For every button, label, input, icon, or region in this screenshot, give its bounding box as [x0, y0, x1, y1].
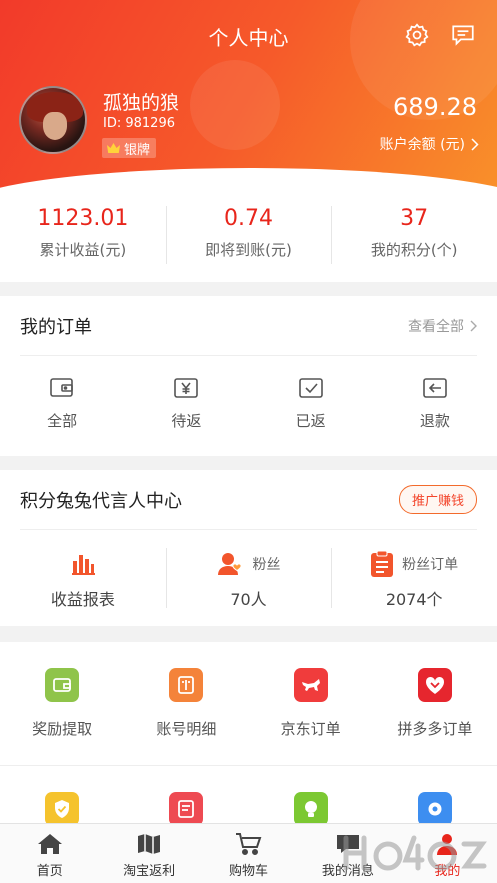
- tools-row-2: [0, 766, 497, 826]
- view-all-label: 查看全部: [408, 318, 464, 335]
- shield-check-icon: [45, 792, 80, 826]
- pdd-icon: [417, 668, 452, 702]
- orders-title: 我的订单: [20, 316, 92, 338]
- stat-label: 即将到账(元): [205, 241, 292, 259]
- stat-value: 0.74: [224, 206, 273, 231]
- tool-receipt[interactable]: [124, 766, 248, 826]
- jd-orders[interactable]: 京东订单: [249, 642, 373, 765]
- agent-center-card: 积分兔兔代言人中心 推广赚钱 收益报表 粉丝 70人 粉丝订单 2074个: [0, 470, 497, 626]
- order-refund-label: 退款: [419, 412, 450, 430]
- order-refund[interactable]: 退款: [373, 372, 497, 431]
- tool-settings[interactable]: [373, 766, 497, 826]
- cart-icon: [235, 833, 261, 855]
- order-pending-label: 待返: [171, 412, 202, 430]
- order-all-label: 全部: [47, 412, 78, 430]
- tab-cart-label: 购物车: [229, 864, 269, 879]
- clipboard-icon: [371, 550, 394, 577]
- tool-shield[interactable]: [0, 766, 124, 826]
- fans-label: 粉丝: [252, 557, 281, 573]
- tools-card: 奖励提取 账号明细 京东订单 拼多多订单: [0, 642, 497, 826]
- promote-earn-button[interactable]: 推广赚钱: [398, 485, 477, 514]
- settings-gear-icon[interactable]: [404, 22, 430, 48]
- stat-label: 我的积分(个): [370, 241, 458, 259]
- order-returned-label: 已返: [295, 412, 326, 430]
- agent-stats-row: 收益报表 粉丝 70人 粉丝订单 2074个: [0, 530, 497, 626]
- lightbulb-icon: [293, 792, 328, 826]
- fan-orders-top: 粉丝订单: [331, 550, 497, 578]
- account-details-icon: [169, 668, 204, 702]
- fan-orders-label: 粉丝订单: [402, 557, 459, 573]
- stat-label: 累计收益(元): [39, 241, 127, 259]
- stats-bar: 1123.01 累计收益(元) 0.74 即将到账(元) 37 我的积分(个): [0, 190, 497, 282]
- badge-label: 银牌: [124, 142, 151, 158]
- bar-chart-icon: [71, 555, 95, 575]
- message-icon[interactable]: [450, 22, 476, 48]
- agent-card-header: 积分兔兔代言人中心 推广赚钱: [20, 470, 477, 530]
- username: 孤独的狼: [103, 92, 180, 114]
- stat-points[interactable]: 37 我的积分(个): [331, 190, 497, 282]
- view-all-orders-link[interactable]: 查看全部: [408, 316, 477, 336]
- fans-icon: [217, 553, 242, 575]
- account-details-label: 账号明细: [156, 720, 217, 738]
- tools-row-1: 奖励提取 账号明细 京东订单 拼多多订单: [0, 642, 497, 766]
- jd-dog-icon: [293, 668, 328, 702]
- home-icon: [37, 834, 62, 854]
- fans-value: 70人: [230, 590, 267, 609]
- chevron-right-icon: [470, 320, 477, 331]
- earnings-report-label: 收益报表: [50, 590, 115, 609]
- reward-withdraw-label: 奖励提取: [32, 720, 93, 738]
- order-all[interactable]: 全部: [0, 372, 124, 431]
- wallet-icon: [50, 378, 73, 397]
- account-details[interactable]: 账号明细: [124, 642, 248, 765]
- orders-card: 我的订单 查看全部 全部 待返 已返 退款: [0, 296, 497, 456]
- earnings-report-icon-wrap: [0, 550, 166, 578]
- stat-total-earnings[interactable]: 1123.01 累计收益(元): [0, 190, 166, 282]
- jd-orders-label: 京东订单: [280, 720, 341, 738]
- order-returned[interactable]: 已返: [249, 372, 373, 431]
- tool-bulb[interactable]: [249, 766, 373, 826]
- return-icon: [423, 378, 447, 398]
- avatar-face: [43, 112, 67, 140]
- pdd-orders-label: 拼多多订单: [397, 720, 473, 738]
- fans[interactable]: 粉丝 70人: [165, 530, 332, 626]
- watermark-logo: [343, 835, 487, 871]
- yen-check-icon: [174, 378, 199, 398]
- stat-pending[interactable]: 0.74 即将到账(元): [165, 190, 332, 282]
- agent-title: 积分兔兔代言人中心: [20, 490, 182, 512]
- account-balance[interactable]: 689.28: [393, 93, 477, 121]
- order-status-row: 全部 待返 已返 退款: [0, 372, 497, 431]
- stat-value: 1123.01: [37, 206, 129, 231]
- reward-withdraw-icon: [45, 668, 80, 702]
- order-pending[interactable]: 待返: [124, 372, 248, 431]
- receipt-icon: [169, 792, 204, 826]
- balance-link[interactable]: 账户余额 (元): [380, 134, 479, 154]
- stat-value: 37: [400, 206, 429, 231]
- pdd-orders[interactable]: 拼多多订单: [373, 642, 497, 765]
- orders-card-header: 我的订单 查看全部: [20, 296, 477, 356]
- chevron-right-icon: [471, 137, 479, 151]
- header-decoration: [190, 60, 280, 150]
- gear-icon: [417, 792, 452, 826]
- tab-home[interactable]: 首页: [0, 824, 99, 883]
- tab-taobao-rebate-label: 淘宝返利: [123, 864, 176, 879]
- crown-icon: [107, 143, 120, 153]
- personal-center-page: 个人中心 孤独的狼 ID: 981296 银牌 689.28 账户余额 (元) …: [0, 0, 497, 883]
- header-curve: [0, 168, 497, 190]
- member-badge: 银牌: [102, 138, 157, 158]
- fan-orders-value: 2074个: [385, 590, 443, 609]
- profile-header: 个人中心 孤独的狼 ID: 981296 银牌 689.28 账户余额 (元): [0, 0, 497, 190]
- earnings-report[interactable]: 收益报表: [0, 530, 166, 626]
- map-icon: [138, 834, 161, 854]
- user-id: ID: 981296: [103, 116, 175, 131]
- fan-orders[interactable]: 粉丝订单 2074个: [331, 530, 497, 626]
- tab-home-label: 首页: [36, 864, 63, 879]
- avatar[interactable]: [19, 86, 87, 154]
- check-box-icon: [298, 378, 323, 398]
- tab-cart[interactable]: 购物车: [199, 824, 298, 883]
- reward-withdraw[interactable]: 奖励提取: [0, 642, 124, 765]
- tab-taobao-rebate[interactable]: 淘宝返利: [99, 824, 198, 883]
- fans-top: 粉丝: [166, 550, 332, 578]
- balance-label: 账户余额 (元): [379, 137, 465, 153]
